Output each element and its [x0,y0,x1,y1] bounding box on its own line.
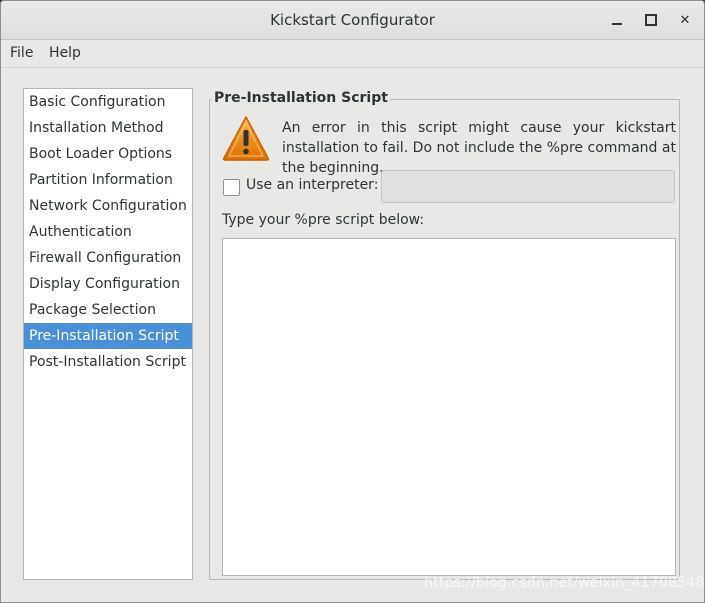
watermark-text: https://blog.csdn.net/weixin_41708548 [424,575,705,591]
warning-message: An error in this script might cause your… [282,120,676,176]
sidebar-item-package-selection[interactable]: Package Selection [24,297,192,323]
sidebar-item-authentication[interactable]: Authentication [24,219,192,245]
menu-help[interactable]: Help [49,45,81,61]
sidebar-item-display-configuration[interactable]: Display Configuration [24,271,192,297]
minimize-button[interactable] [607,10,627,30]
minimize-icon [612,23,622,25]
warning-icon [222,116,270,161]
sidebar-item-boot-loader-options[interactable]: Boot Loader Options [24,141,192,167]
interpreter-label[interactable]: Use an interpreter: [246,177,378,193]
panel-title: Pre-Installation Script [212,90,390,106]
app-window: Kickstart Configurator ✕ File Help Basic… [0,0,705,603]
sidebar-item-firewall-configuration[interactable]: Firewall Configuration [24,245,192,271]
script-label: Type your %pre script below: [222,212,425,228]
close-icon: ✕ [679,12,691,28]
menu-bar: File Help [1,40,704,68]
sidebar-item-installation-method[interactable]: Installation Method [24,115,192,141]
pre-script-textarea[interactable] [222,238,676,576]
window-title: Kickstart Configurator [270,11,435,29]
maximize-button[interactable] [641,10,661,30]
sidebar-item-network-configuration[interactable]: Network Configuration [24,193,192,219]
sidebar-item-post-installation-script[interactable]: Post-Installation Script [24,349,192,375]
title-bar[interactable]: Kickstart Configurator ✕ [1,1,704,40]
menu-file[interactable]: File [10,45,33,61]
interpreter-checkbox[interactable] [223,179,240,196]
close-button[interactable]: ✕ [675,10,695,30]
maximize-icon [645,14,657,26]
sidebar-item-basic-configuration[interactable]: Basic Configuration [24,89,192,115]
section-list: Basic Configuration Installation Method … [23,88,193,580]
sidebar-item-pre-installation-script[interactable]: Pre-Installation Script [24,323,192,349]
sidebar-item-partition-information[interactable]: Partition Information [24,167,192,193]
interpreter-input[interactable] [381,170,675,203]
